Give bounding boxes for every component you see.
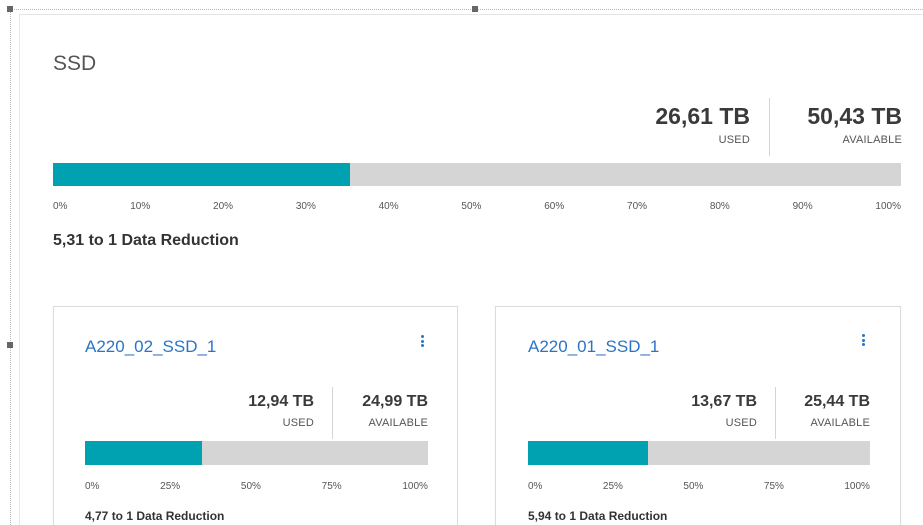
- tick-label: 25%: [160, 481, 181, 492]
- tick-label: 70%: [627, 201, 648, 212]
- tick-label: 0%: [528, 481, 543, 492]
- volume-available-label: AVAILABLE: [810, 417, 870, 429]
- selection-frame-left: [10, 9, 11, 525]
- volume-capacity-bar: [528, 441, 870, 465]
- volume-used-label: USED: [725, 417, 757, 429]
- tick-label: 0%: [85, 481, 100, 492]
- volume-name-link[interactable]: A220_01_SSD_1: [528, 337, 659, 357]
- pool-used-stat: 26,61 TB USED: [600, 103, 750, 146]
- volume-card: A220_02_SSD_1 12,94 TB USED 24,99 TB AVA…: [53, 306, 458, 525]
- volume-capacity-ticks: 0% 25% 50% 75% 100%: [528, 481, 870, 492]
- volume-used-label: USED: [282, 417, 314, 429]
- tick-label: 20%: [213, 201, 234, 212]
- tick-label: 100%: [844, 481, 870, 492]
- volume-data-reduction: 5,94 to 1 Data Reduction: [528, 509, 668, 523]
- pool-used-value: 26,61 TB: [655, 103, 750, 129]
- volume-used-stat: 12,94 TB USED: [174, 393, 314, 429]
- tick-label: 30%: [295, 201, 316, 212]
- tick-label: 100%: [402, 481, 428, 492]
- volume-capacity-bar-fill: [85, 441, 202, 465]
- volume-capacity-bar: [85, 441, 428, 465]
- tick-label: 80%: [709, 201, 730, 212]
- tick-label: 25%: [602, 481, 623, 492]
- tick-label: 75%: [763, 481, 784, 492]
- tick-label: 75%: [321, 481, 342, 492]
- tick-label: 40%: [378, 201, 399, 212]
- volume-used-stat: 13,67 TB USED: [617, 393, 757, 429]
- volume-available-value: 25,44 TB: [804, 393, 870, 410]
- pool-capacity-bar: [53, 163, 901, 186]
- volume-used-value: 12,94 TB: [248, 393, 314, 410]
- volume-capacity-ticks: 0% 25% 50% 75% 100%: [85, 481, 428, 492]
- tick-label: 10%: [130, 201, 151, 212]
- tick-label: 0%: [53, 201, 68, 212]
- volume-available-stat: 24,99 TB AVAILABLE: [333, 393, 428, 429]
- tick-label: 60%: [544, 201, 565, 212]
- pool-available-stat: 50,43 TB AVAILABLE: [770, 103, 902, 146]
- pool-data-reduction: 5,31 to 1 Data Reduction: [53, 232, 239, 249]
- resize-handle-top-center[interactable]: [472, 6, 478, 12]
- tick-label: 50%: [461, 201, 482, 212]
- volume-card: A220_01_SSD_1 13,67 TB USED 25,44 TB AVA…: [495, 306, 901, 525]
- volume-available-label: AVAILABLE: [368, 417, 428, 429]
- pool-used-label: USED: [718, 134, 750, 146]
- pool-available-label: AVAILABLE: [842, 134, 902, 146]
- resize-handle-left-middle[interactable]: [7, 342, 13, 348]
- tick-label: 90%: [792, 201, 813, 212]
- kebab-menu-icon[interactable]: [421, 335, 425, 347]
- pool-capacity-bar-fill: [53, 163, 350, 186]
- volume-available-stat: 25,44 TB AVAILABLE: [776, 393, 870, 429]
- resize-handle-top-left[interactable]: [7, 6, 13, 12]
- volume-used-value: 13,67 TB: [691, 393, 757, 410]
- volume-capacity-bar-fill: [528, 441, 648, 465]
- pool-title: SSD: [53, 52, 97, 75]
- volume-name-link[interactable]: A220_02_SSD_1: [85, 337, 216, 357]
- volume-data-reduction: 4,77 to 1 Data Reduction: [85, 509, 225, 523]
- tick-label: 50%: [683, 481, 704, 492]
- tick-label: 100%: [875, 201, 901, 212]
- volume-available-value: 24,99 TB: [362, 393, 428, 410]
- selection-frame-top: [10, 9, 923, 10]
- tick-label: 50%: [240, 481, 261, 492]
- pool-available-value: 50,43 TB: [807, 103, 902, 129]
- pool-capacity-ticks: 0% 10% 20% 30% 40% 50% 60% 70% 80% 90% 100%: [53, 201, 901, 212]
- kebab-menu-icon[interactable]: [862, 334, 866, 346]
